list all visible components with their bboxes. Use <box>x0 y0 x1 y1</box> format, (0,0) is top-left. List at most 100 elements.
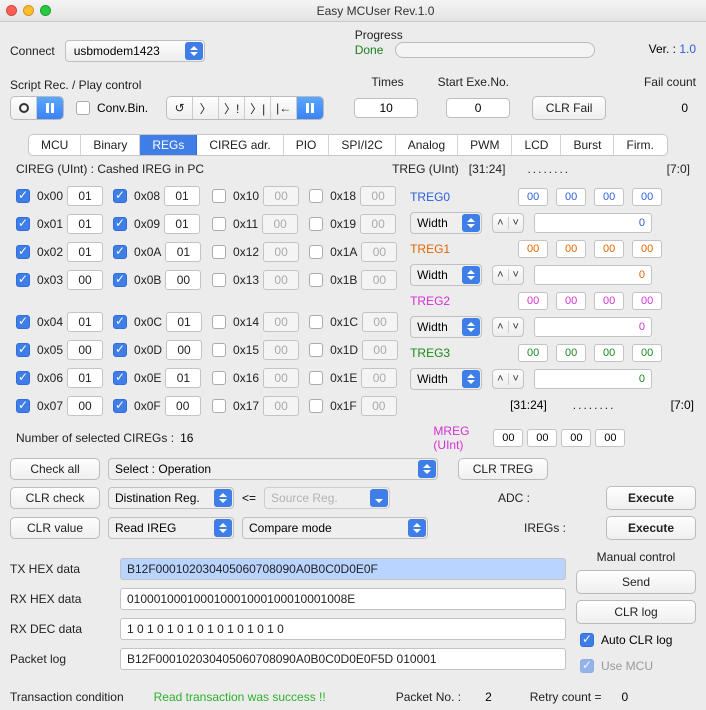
play-reset-button[interactable]: ↺ <box>167 97 193 119</box>
tab-lcd[interactable]: LCD <box>512 135 561 155</box>
check-all-button[interactable]: Check all <box>10 458 100 480</box>
treg-TREG0-width-select[interactable]: Width <box>410 212 482 234</box>
treg-TREG0-b0[interactable] <box>518 188 548 206</box>
clr-value-button[interactable]: CLR value <box>10 517 100 539</box>
cireg-checkbox-0x02[interactable] <box>16 245 30 259</box>
clr-log-button[interactable]: CLR log <box>576 600 696 624</box>
close-window-icon[interactable] <box>6 5 17 16</box>
cireg-checkbox-0x0D[interactable] <box>113 343 127 357</box>
treg-TREG2-b3[interactable] <box>632 292 662 310</box>
mreg-b2[interactable] <box>561 429 591 447</box>
cireg-checkbox-0x0F[interactable] <box>113 399 127 413</box>
cireg-checkbox-0x1D[interactable] <box>309 343 323 357</box>
treg-TREG2-b1[interactable] <box>556 292 586 310</box>
treg-TREG1-wide[interactable] <box>534 265 652 285</box>
dest-reg-select[interactable]: Distination Reg. <box>108 487 234 509</box>
cireg-value-0x0F[interactable] <box>165 396 201 416</box>
treg-TREG2-b2[interactable] <box>594 292 624 310</box>
cireg-checkbox-0x17[interactable] <box>212 399 226 413</box>
treg-TREG0-b1[interactable] <box>556 188 586 206</box>
cireg-value-0x06[interactable] <box>67 368 103 388</box>
adc-execute-button[interactable]: Execute <box>606 486 696 510</box>
treg-TREG0-b3[interactable] <box>632 188 662 206</box>
cireg-checkbox-0x08[interactable] <box>113 189 127 203</box>
compare-mode-select[interactable]: Compare mode <box>242 517 428 539</box>
treg-TREG3-b3[interactable] <box>632 344 662 362</box>
tx-hex-input[interactable] <box>120 558 566 580</box>
mreg-b1[interactable] <box>527 429 557 447</box>
auto-clr-log-checkbox[interactable] <box>580 633 594 647</box>
zoom-window-icon[interactable] <box>40 5 51 16</box>
cireg-value-0x00[interactable] <box>67 186 103 206</box>
mreg-b0[interactable] <box>493 429 523 447</box>
cireg-value-0x07[interactable] <box>67 396 103 416</box>
cireg-value-0x02[interactable] <box>67 242 103 262</box>
cireg-value-0x09[interactable] <box>164 214 200 234</box>
cireg-checkbox-0x11[interactable] <box>212 217 226 231</box>
cireg-value-0x0B[interactable] <box>165 270 201 290</box>
cireg-value-0x0A[interactable] <box>165 242 201 262</box>
cireg-checkbox-0x06[interactable] <box>16 371 30 385</box>
cireg-checkbox-0x1E[interactable] <box>309 371 323 385</box>
cireg-value-0x08[interactable] <box>164 186 200 206</box>
clr-treg-button[interactable]: CLR TREG <box>458 458 548 480</box>
treg-TREG3-b2[interactable] <box>594 344 624 362</box>
tab-regs[interactable]: REGs <box>140 135 197 155</box>
treg-TREG0-b2[interactable] <box>594 188 624 206</box>
treg-TREG2-b0[interactable] <box>518 292 548 310</box>
cireg-checkbox-0x18[interactable] <box>309 189 323 203</box>
connect-select[interactable]: usbmodem1423 <box>65 40 205 62</box>
cireg-checkbox-0x0B[interactable] <box>113 273 127 287</box>
cireg-checkbox-0x13[interactable] <box>212 273 226 287</box>
cireg-value-0x0D[interactable] <box>166 340 202 360</box>
tab-firm[interactable]: Firm. <box>614 135 665 155</box>
read-ireg-select[interactable]: Read IREG <box>108 517 234 539</box>
play-step-button[interactable]: 〉 <box>193 97 219 119</box>
tab-pio[interactable]: PIO <box>284 135 330 155</box>
cireg-checkbox-0x12[interactable] <box>212 245 226 259</box>
cireg-value-0x03[interactable] <box>67 270 103 290</box>
cireg-checkbox-0x1C[interactable] <box>309 315 323 329</box>
cireg-checkbox-0x19[interactable] <box>309 217 323 231</box>
minimize-window-icon[interactable] <box>23 5 34 16</box>
cireg-checkbox-0x1F[interactable] <box>309 399 323 413</box>
play-pause-button[interactable] <box>297 97 323 119</box>
tab-pwm[interactable]: PWM <box>458 135 512 155</box>
tab-spi-i2c[interactable]: SPI/I2C <box>329 135 395 155</box>
tab-analog[interactable]: Analog <box>396 135 458 155</box>
treg-TREG1-b3[interactable] <box>632 240 662 258</box>
play-runto-button[interactable]: 〉| <box>245 97 271 119</box>
cireg-checkbox-0x09[interactable] <box>113 217 127 231</box>
treg-TREG2-width-select[interactable]: Width <box>410 316 482 338</box>
cireg-value-0x01[interactable] <box>67 214 103 234</box>
treg-TREG3-b1[interactable] <box>556 344 586 362</box>
treg-TREG2-stepper[interactable]: ˄˅ <box>492 317 524 337</box>
cireg-checkbox-0x04[interactable] <box>16 315 30 329</box>
tab-burst[interactable]: Burst <box>561 135 614 155</box>
tab-mcu[interactable]: MCU <box>29 135 81 155</box>
rx-dec-input[interactable] <box>120 618 566 640</box>
send-button[interactable]: Send <box>576 570 696 594</box>
treg-TREG1-stepper[interactable]: ˄˅ <box>492 265 524 285</box>
cireg-checkbox-0x01[interactable] <box>16 217 30 231</box>
treg-TREG3-stepper[interactable]: ˄˅ <box>492 369 524 389</box>
cireg-checkbox-0x03[interactable] <box>16 273 30 287</box>
cireg-checkbox-0x0E[interactable] <box>113 371 127 385</box>
clr-fail-button[interactable]: CLR Fail <box>532 96 606 120</box>
select-operation[interactable]: Select : Operation <box>108 458 438 480</box>
cireg-value-0x0C[interactable] <box>166 312 202 332</box>
treg-TREG1-b2[interactable] <box>594 240 624 258</box>
treg-TREG3-width-select[interactable]: Width <box>410 368 482 390</box>
cireg-checkbox-0x0C[interactable] <box>113 315 127 329</box>
cireg-checkbox-0x00[interactable] <box>16 189 30 203</box>
cireg-value-0x05[interactable] <box>67 340 103 360</box>
cireg-value-0x0E[interactable] <box>165 368 201 388</box>
iregs-execute-button[interactable]: Execute <box>606 516 696 540</box>
treg-TREG3-b0[interactable] <box>518 344 548 362</box>
cireg-checkbox-0x15[interactable] <box>212 343 226 357</box>
record-button[interactable] <box>11 97 37 119</box>
mreg-b3[interactable] <box>595 429 625 447</box>
cireg-checkbox-0x05[interactable] <box>16 343 30 357</box>
tab-cireg-adr[interactable]: CIREG adr. <box>197 135 283 155</box>
tab-binary[interactable]: Binary <box>81 135 140 155</box>
